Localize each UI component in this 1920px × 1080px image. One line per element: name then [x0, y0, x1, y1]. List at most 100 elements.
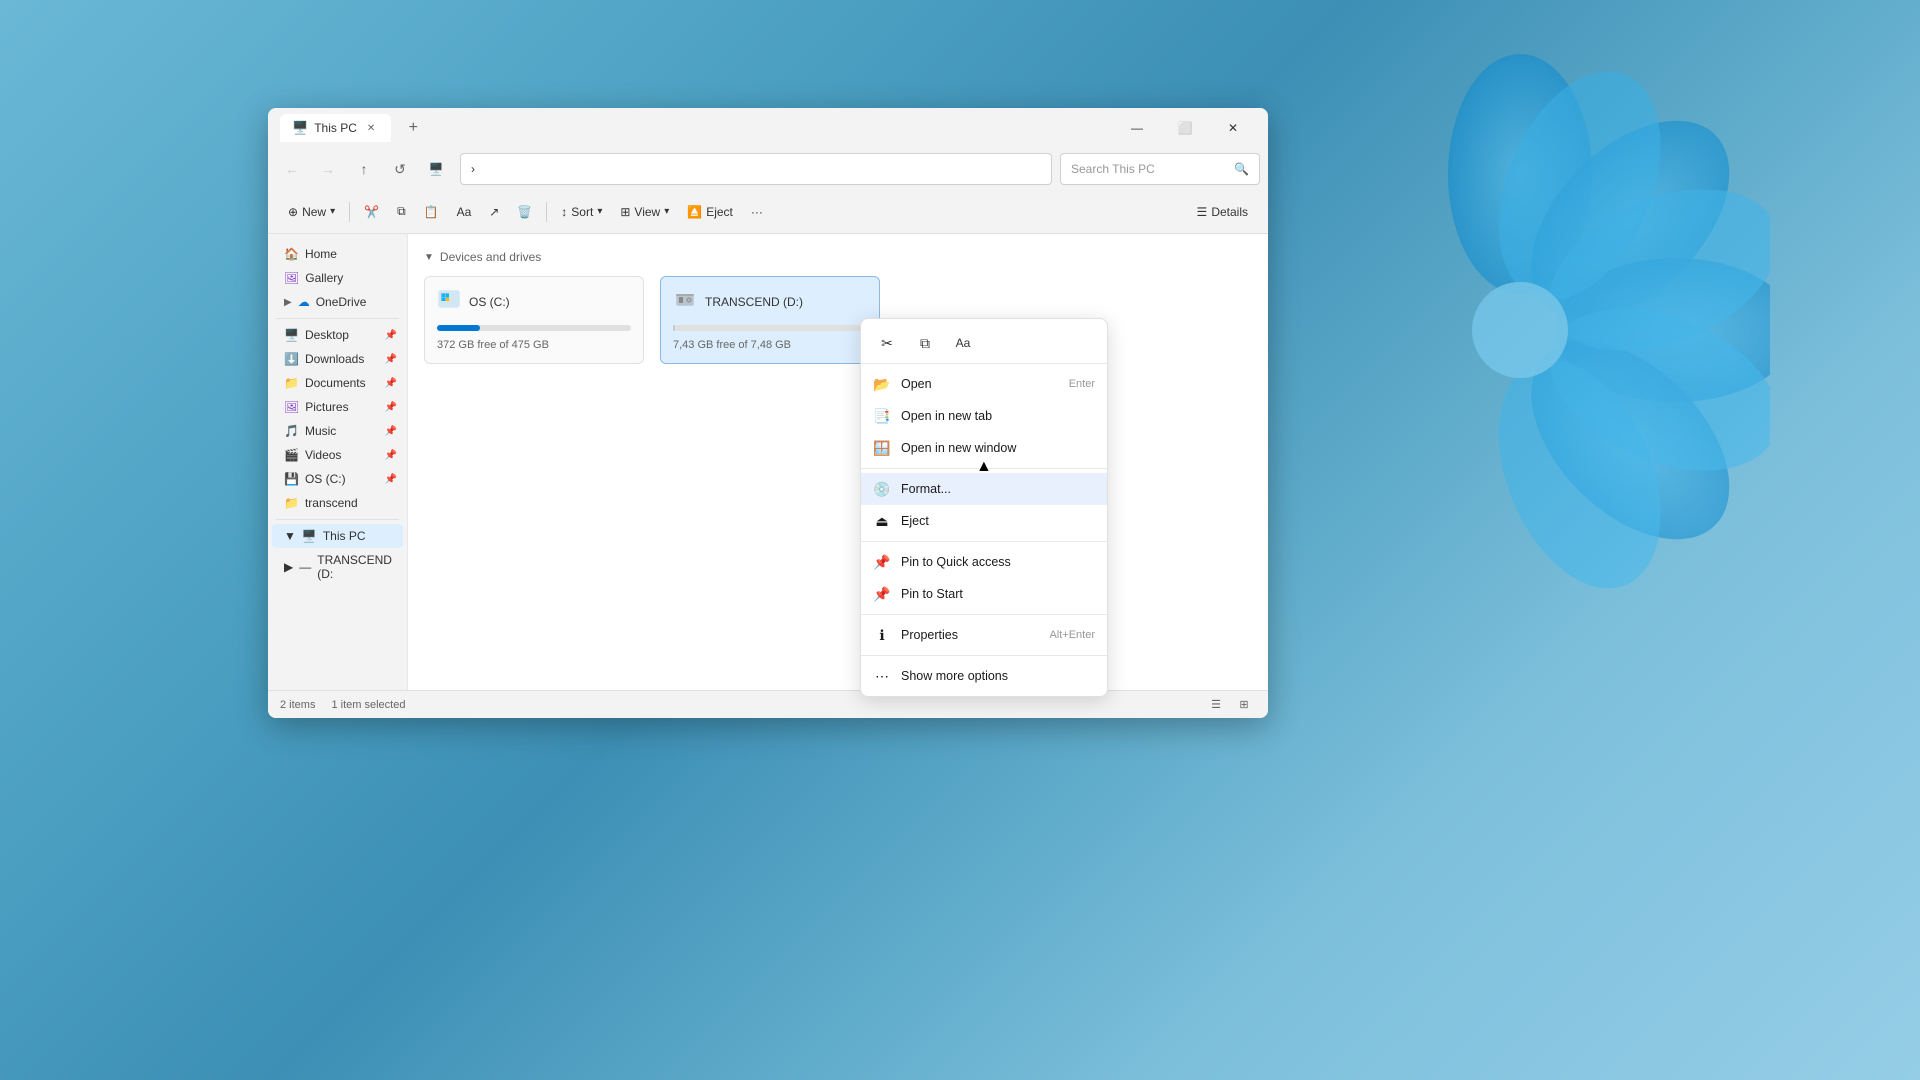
search-icon: 🔍	[1234, 162, 1249, 176]
sidebar-item-documents[interactable]: 📁 Documents 📌	[272, 371, 403, 395]
location-icon[interactable]: 🖥️	[420, 153, 452, 185]
close-button[interactable]: ✕	[1210, 112, 1256, 144]
this-pc-expand-icon: ▼	[284, 529, 296, 543]
ctx-pin-quick-item[interactable]: 📌 Pin to Quick access	[861, 546, 1107, 578]
window-tab[interactable]: 🖥️ This PC ✕	[280, 114, 391, 142]
sidebar-item-transcend[interactable]: 📁 transcend	[272, 491, 403, 515]
ctx-pin-start-icon: 📌	[873, 585, 891, 603]
videos-icon: 🎬	[284, 448, 299, 462]
details-icon: ☰	[1197, 205, 1208, 219]
cut-button[interactable]: ✂️	[356, 196, 387, 228]
rename-button[interactable]: Aa	[449, 196, 480, 228]
details-button[interactable]: ☰ Details	[1189, 201, 1256, 223]
downloads-icon: ⬇️	[284, 352, 299, 366]
sidebar-item-transcend-d[interactable]: ▶ — TRANSCEND (D:	[272, 548, 403, 586]
sidebar-transcend-label: transcend	[305, 496, 358, 510]
eject-icon: ⏏️	[687, 205, 702, 219]
maximize-button[interactable]: ⬜	[1162, 112, 1208, 144]
drive-transcend-d-header: TRANSCEND (D:)	[673, 287, 867, 317]
refresh-button[interactable]: ↺	[384, 153, 416, 185]
details-label: Details	[1211, 205, 1248, 219]
ctx-open-new-window-icon: 🪟	[873, 439, 891, 457]
search-bar[interactable]: Search This PC 🔍	[1060, 153, 1260, 185]
delete-button[interactable]: 🗑️	[509, 196, 540, 228]
ctx-format-item[interactable]: 💿 Format...	[861, 473, 1107, 505]
title-bar: 🖥️ This PC ✕ + — ⬜ ✕	[268, 108, 1268, 148]
new-dropdown-icon: ▾	[330, 206, 335, 217]
copy-button[interactable]: ⧉	[389, 196, 414, 228]
ctx-properties-label: Properties	[901, 628, 958, 642]
sidebar-home-label: Home	[305, 247, 337, 261]
ctx-more-options-label: Show more options	[901, 669, 1008, 683]
sidebar-item-videos[interactable]: 🎬 Videos 📌	[272, 443, 403, 467]
ctx-copy-button[interactable]: ⧉	[909, 329, 941, 357]
ctx-open-new-tab-item[interactable]: 📑 Open in new tab	[861, 400, 1107, 432]
view-label: View	[634, 205, 660, 219]
forward-button[interactable]: →	[312, 153, 344, 185]
ctx-properties-item[interactable]: ℹ Properties Alt+Enter	[861, 619, 1107, 651]
sidebar-item-gallery[interactable]: 🖼 Gallery	[272, 266, 403, 290]
transcend-d-icon: —	[299, 560, 311, 574]
ctx-eject-item[interactable]: ⏏ Eject	[861, 505, 1107, 537]
ctx-more-options-item[interactable]: ⋯ Show more options	[861, 660, 1107, 692]
transcend-d-expand-icon: ▶	[284, 560, 293, 574]
drive-os-c-progress-bar	[437, 325, 480, 331]
ctx-properties-icon: ℹ	[873, 626, 891, 644]
view-icon: ⊞	[620, 205, 630, 219]
search-placeholder: Search This PC	[1071, 162, 1155, 176]
sidebar-item-music[interactable]: 🎵 Music 📌	[272, 419, 403, 443]
ctx-properties-shortcut: Alt+Enter	[1049, 629, 1095, 641]
share-icon: ↗	[489, 205, 499, 219]
sidebar-item-desktop[interactable]: 🖥️ Desktop 📌	[272, 323, 403, 347]
minimize-button[interactable]: —	[1114, 112, 1160, 144]
sidebar-item-this-pc[interactable]: ▼ 🖥️ This PC	[272, 524, 403, 548]
view-button[interactable]: ⊞ View ▾	[612, 196, 677, 228]
list-view-button[interactable]: ☰	[1204, 693, 1228, 717]
tab-close-button[interactable]: ✕	[363, 121, 379, 136]
address-bar[interactable]: ›	[460, 153, 1052, 185]
ctx-pin-start-label: Pin to Start	[901, 587, 963, 601]
ctx-format-label: Format...	[901, 482, 951, 496]
transcend-icon: 📁	[284, 496, 299, 510]
ctx-open-item[interactable]: 📂 Open Enter	[861, 368, 1107, 400]
grid-view-button[interactable]: ⊞	[1232, 693, 1256, 717]
new-tab-button[interactable]: +	[399, 114, 427, 142]
sort-button[interactable]: ↕ Sort ▾	[553, 196, 610, 228]
sort-label: Sort	[571, 205, 593, 219]
share-button[interactable]: ↗	[481, 196, 507, 228]
drive-transcend-d-space: 7,43 GB free of 7,48 GB	[673, 339, 791, 351]
items-count: 2 items	[280, 699, 315, 711]
view-toggles: ☰ ⊞	[1204, 693, 1256, 717]
drive-os-c[interactable]: OS (C:) 372 GB free of 475 GB	[424, 276, 644, 364]
sidebar-onedrive-label: OneDrive	[316, 295, 367, 309]
ctx-rename-button[interactable]: Aa	[947, 329, 979, 357]
new-button[interactable]: ⊕ New ▾	[280, 196, 343, 228]
ctx-open-new-tab-label: Open in new tab	[901, 409, 992, 423]
navigation-bar: ← → ↑ ↺ 🖥️ › Search This PC 🔍	[268, 148, 1268, 190]
section-header: ▼ Devices and drives	[424, 250, 1252, 264]
eject-button[interactable]: ⏏️ Eject	[679, 196, 741, 228]
drive-transcend-d[interactable]: TRANSCEND (D:) 7,43 GB free of 7,48 GB	[660, 276, 880, 364]
more-icon: ···	[751, 205, 763, 219]
context-menu-toolbar: ✂ ⧉ Aa	[861, 323, 1107, 364]
sidebar-item-downloads[interactable]: ⬇️ Downloads 📌	[272, 347, 403, 371]
back-button[interactable]: ←	[276, 153, 308, 185]
content-area: 🏠 Home 🖼 Gallery ▶ ☁ OneDrive 🖥️ Desktop…	[268, 234, 1268, 690]
more-button[interactable]: ···	[743, 196, 771, 228]
sidebar-item-os-c[interactable]: 💾 OS (C:) 📌	[272, 467, 403, 491]
section-chevron: ▼	[424, 252, 434, 263]
toolbar-separator-2	[546, 202, 547, 222]
this-pc-icon: 🖥️	[302, 529, 317, 543]
sidebar-item-pictures[interactable]: 🖼 Pictures 📌	[272, 395, 403, 419]
ctx-cut-button[interactable]: ✂	[871, 329, 903, 357]
drive-os-c-name: OS (C:)	[469, 295, 510, 309]
sidebar-item-home[interactable]: 🏠 Home	[272, 242, 403, 266]
drive-os-c-header: OS (C:)	[437, 287, 631, 317]
sidebar-item-onedrive[interactable]: ▶ ☁ OneDrive	[272, 290, 403, 314]
ctx-pin-start-item[interactable]: 📌 Pin to Start	[861, 578, 1107, 610]
ctx-open-new-window-item[interactable]: 🪟 Open in new window	[861, 432, 1107, 464]
ctx-open-label: Open	[901, 377, 932, 391]
title-bar-left: 🖥️ This PC ✕ +	[280, 114, 1114, 142]
paste-button[interactable]: 📋	[416, 196, 447, 228]
up-button[interactable]: ↑	[348, 153, 380, 185]
